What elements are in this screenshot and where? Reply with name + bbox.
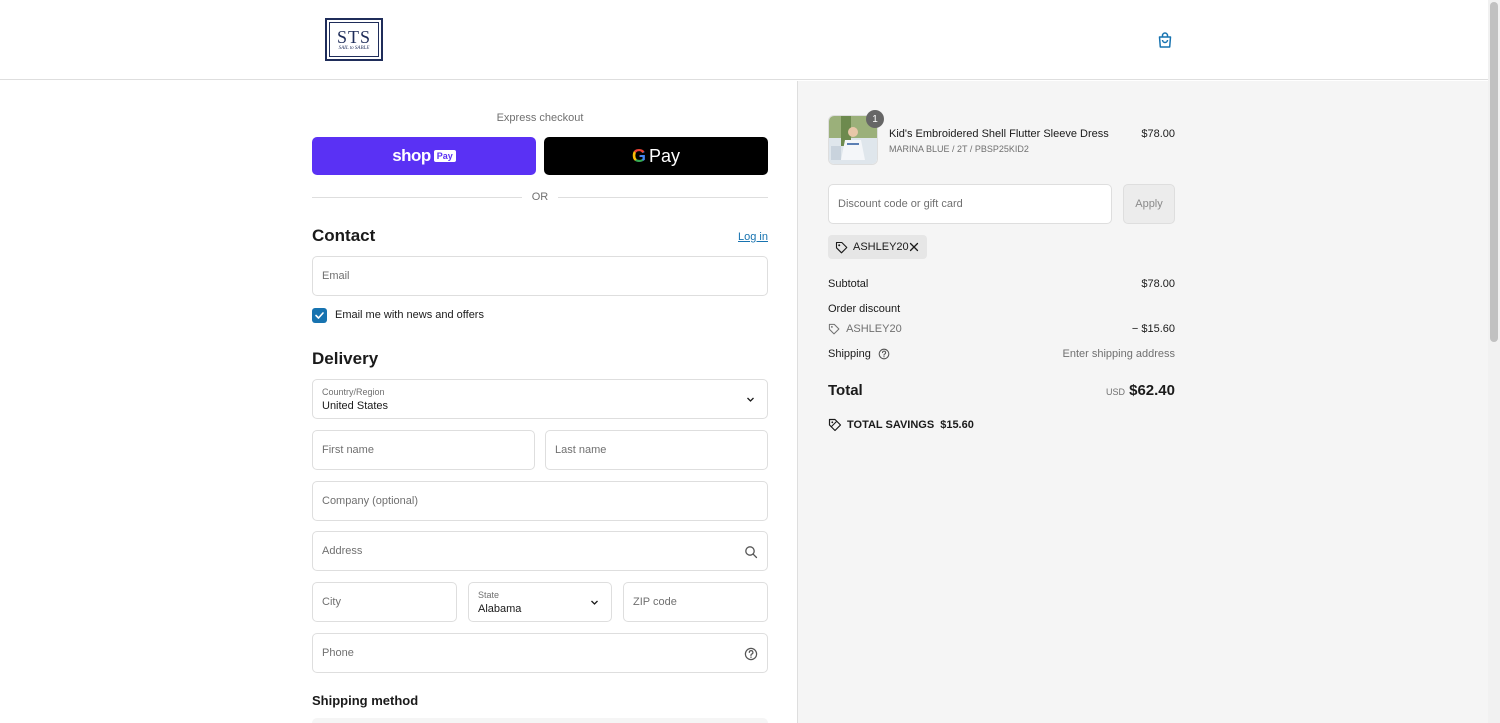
shop-pay-label: shop [392, 146, 431, 165]
discount-code-row: ASHLEY20 − $15.60 [828, 323, 1175, 335]
shop-pay-button[interactable]: shop Pay [312, 137, 536, 175]
product-variant: MARINA BLUE / 2T / PBSP25KID2 [889, 144, 1029, 154]
order-discount-row: Order discount [828, 303, 1175, 315]
shopping-bag-icon[interactable] [1156, 31, 1174, 49]
chevron-down-icon [747, 397, 754, 402]
applied-code-text: ASHLEY20 [853, 241, 909, 253]
or-divider: OR [312, 189, 768, 205]
google-pay-button[interactable]: G Pay [544, 137, 768, 175]
subtotal-row: Subtotal $78.00 [828, 278, 1175, 290]
city-placeholder: City [322, 596, 341, 608]
contact-title: Contact [312, 226, 376, 245]
close-icon[interactable] [908, 241, 920, 253]
company-field[interactable]: Company (optional) [312, 481, 768, 521]
address-placeholder: Address [322, 545, 363, 557]
total-row: Total USD $62.40 [828, 382, 1175, 402]
discount-placeholder: Discount code or gift card [838, 198, 963, 210]
discount-code-input[interactable]: Discount code or gift card [828, 184, 1112, 224]
newsletter-option[interactable]: Email me with news and offers [312, 307, 484, 323]
first-name-field[interactable]: First name [312, 430, 535, 470]
search-icon [745, 546, 758, 559]
address-field[interactable]: Address [312, 531, 768, 571]
total-savings: TOTAL SAVINGS $15.60 [828, 418, 974, 432]
order-discount-label: Order discount [828, 303, 901, 315]
product-name: Kid's Embroidered Shell Flutter Sleeve D… [889, 128, 1109, 140]
savings-label: TOTAL SAVINGS [847, 419, 935, 431]
shop-pay-badge: Pay [433, 150, 456, 162]
state-label: State [478, 590, 500, 600]
checkmark-icon [315, 311, 324, 319]
header: STS SAIL to SABLE [0, 0, 1488, 80]
shipping-method-title: Shipping method [312, 693, 419, 708]
last-name-placeholder: Last name [555, 444, 607, 456]
shipping-label: Shipping [828, 348, 871, 360]
discount-value: − $15.60 [1131, 323, 1175, 335]
phone-placeholder: Phone [322, 647, 354, 659]
discount-code-label: ASHLEY20 [846, 323, 902, 335]
express-checkout-title: Express checkout [496, 112, 584, 124]
currency-code: USD [1105, 387, 1125, 397]
logo-frame: STS SAIL to SABLE [329, 22, 379, 57]
phone-field[interactable]: Phone [312, 633, 768, 673]
newsletter-checkbox[interactable] [312, 307, 327, 323]
state-value: Alabama [478, 603, 522, 615]
apply-discount-button[interactable]: Apply [1123, 184, 1175, 224]
order-summary-panel [797, 81, 1488, 723]
scrollbar-thumb[interactable] [1490, 2, 1498, 342]
state-select[interactable]: State Alabama [468, 582, 612, 622]
country-select[interactable]: Country/Region United States [312, 379, 768, 419]
logo-text: STS [336, 26, 372, 47]
country-label: Country/Region [322, 387, 385, 397]
zip-code-field[interactable]: ZIP code [623, 582, 768, 622]
tag-icon [828, 323, 840, 335]
help-circle-icon[interactable] [878, 348, 890, 360]
help-circle-icon[interactable] [744, 647, 758, 661]
zip-code-placeholder: ZIP code [633, 596, 677, 608]
product-price: $78.00 [1141, 128, 1175, 140]
store-logo[interactable]: STS SAIL to SABLE [325, 18, 383, 61]
divider-line [312, 196, 522, 198]
or-text: OR [531, 191, 549, 203]
applied-code-chip: ASHLEY20 [828, 235, 927, 259]
divider-line [558, 196, 768, 198]
savings-tag-icon [828, 418, 842, 432]
subtotal-value: $78.00 [1141, 278, 1175, 290]
email-field[interactable]: Email [312, 256, 768, 296]
savings-value: $15.60 [940, 419, 974, 431]
quantity-badge: 1 [866, 110, 884, 128]
log-in-link[interactable]: Log in [700, 231, 768, 243]
newsletter-label: Email me with news and offers [335, 309, 484, 321]
email-placeholder: Email [322, 270, 350, 282]
total-value: $62.40 [1129, 382, 1175, 399]
city-field[interactable]: City [312, 582, 457, 622]
shipping-method-box [312, 718, 768, 723]
tag-icon [835, 241, 848, 253]
country-value: United States [322, 400, 389, 412]
total-label: Total [828, 382, 863, 399]
delivery-title: Delivery [312, 349, 379, 368]
subtotal-label: Subtotal [828, 278, 869, 290]
first-name-placeholder: First name [322, 444, 374, 456]
last-name-field[interactable]: Last name [545, 430, 768, 470]
logo-subtext: SAIL to SABLE [338, 45, 370, 51]
google-pay-label: Pay [648, 145, 681, 166]
company-placeholder: Company (optional) [322, 495, 418, 507]
google-g-icon: G [631, 145, 646, 166]
shipping-value: Enter shipping address [1062, 348, 1175, 360]
chevron-down-icon [591, 600, 598, 605]
shipping-row: Shipping Enter shipping address [828, 348, 1175, 360]
